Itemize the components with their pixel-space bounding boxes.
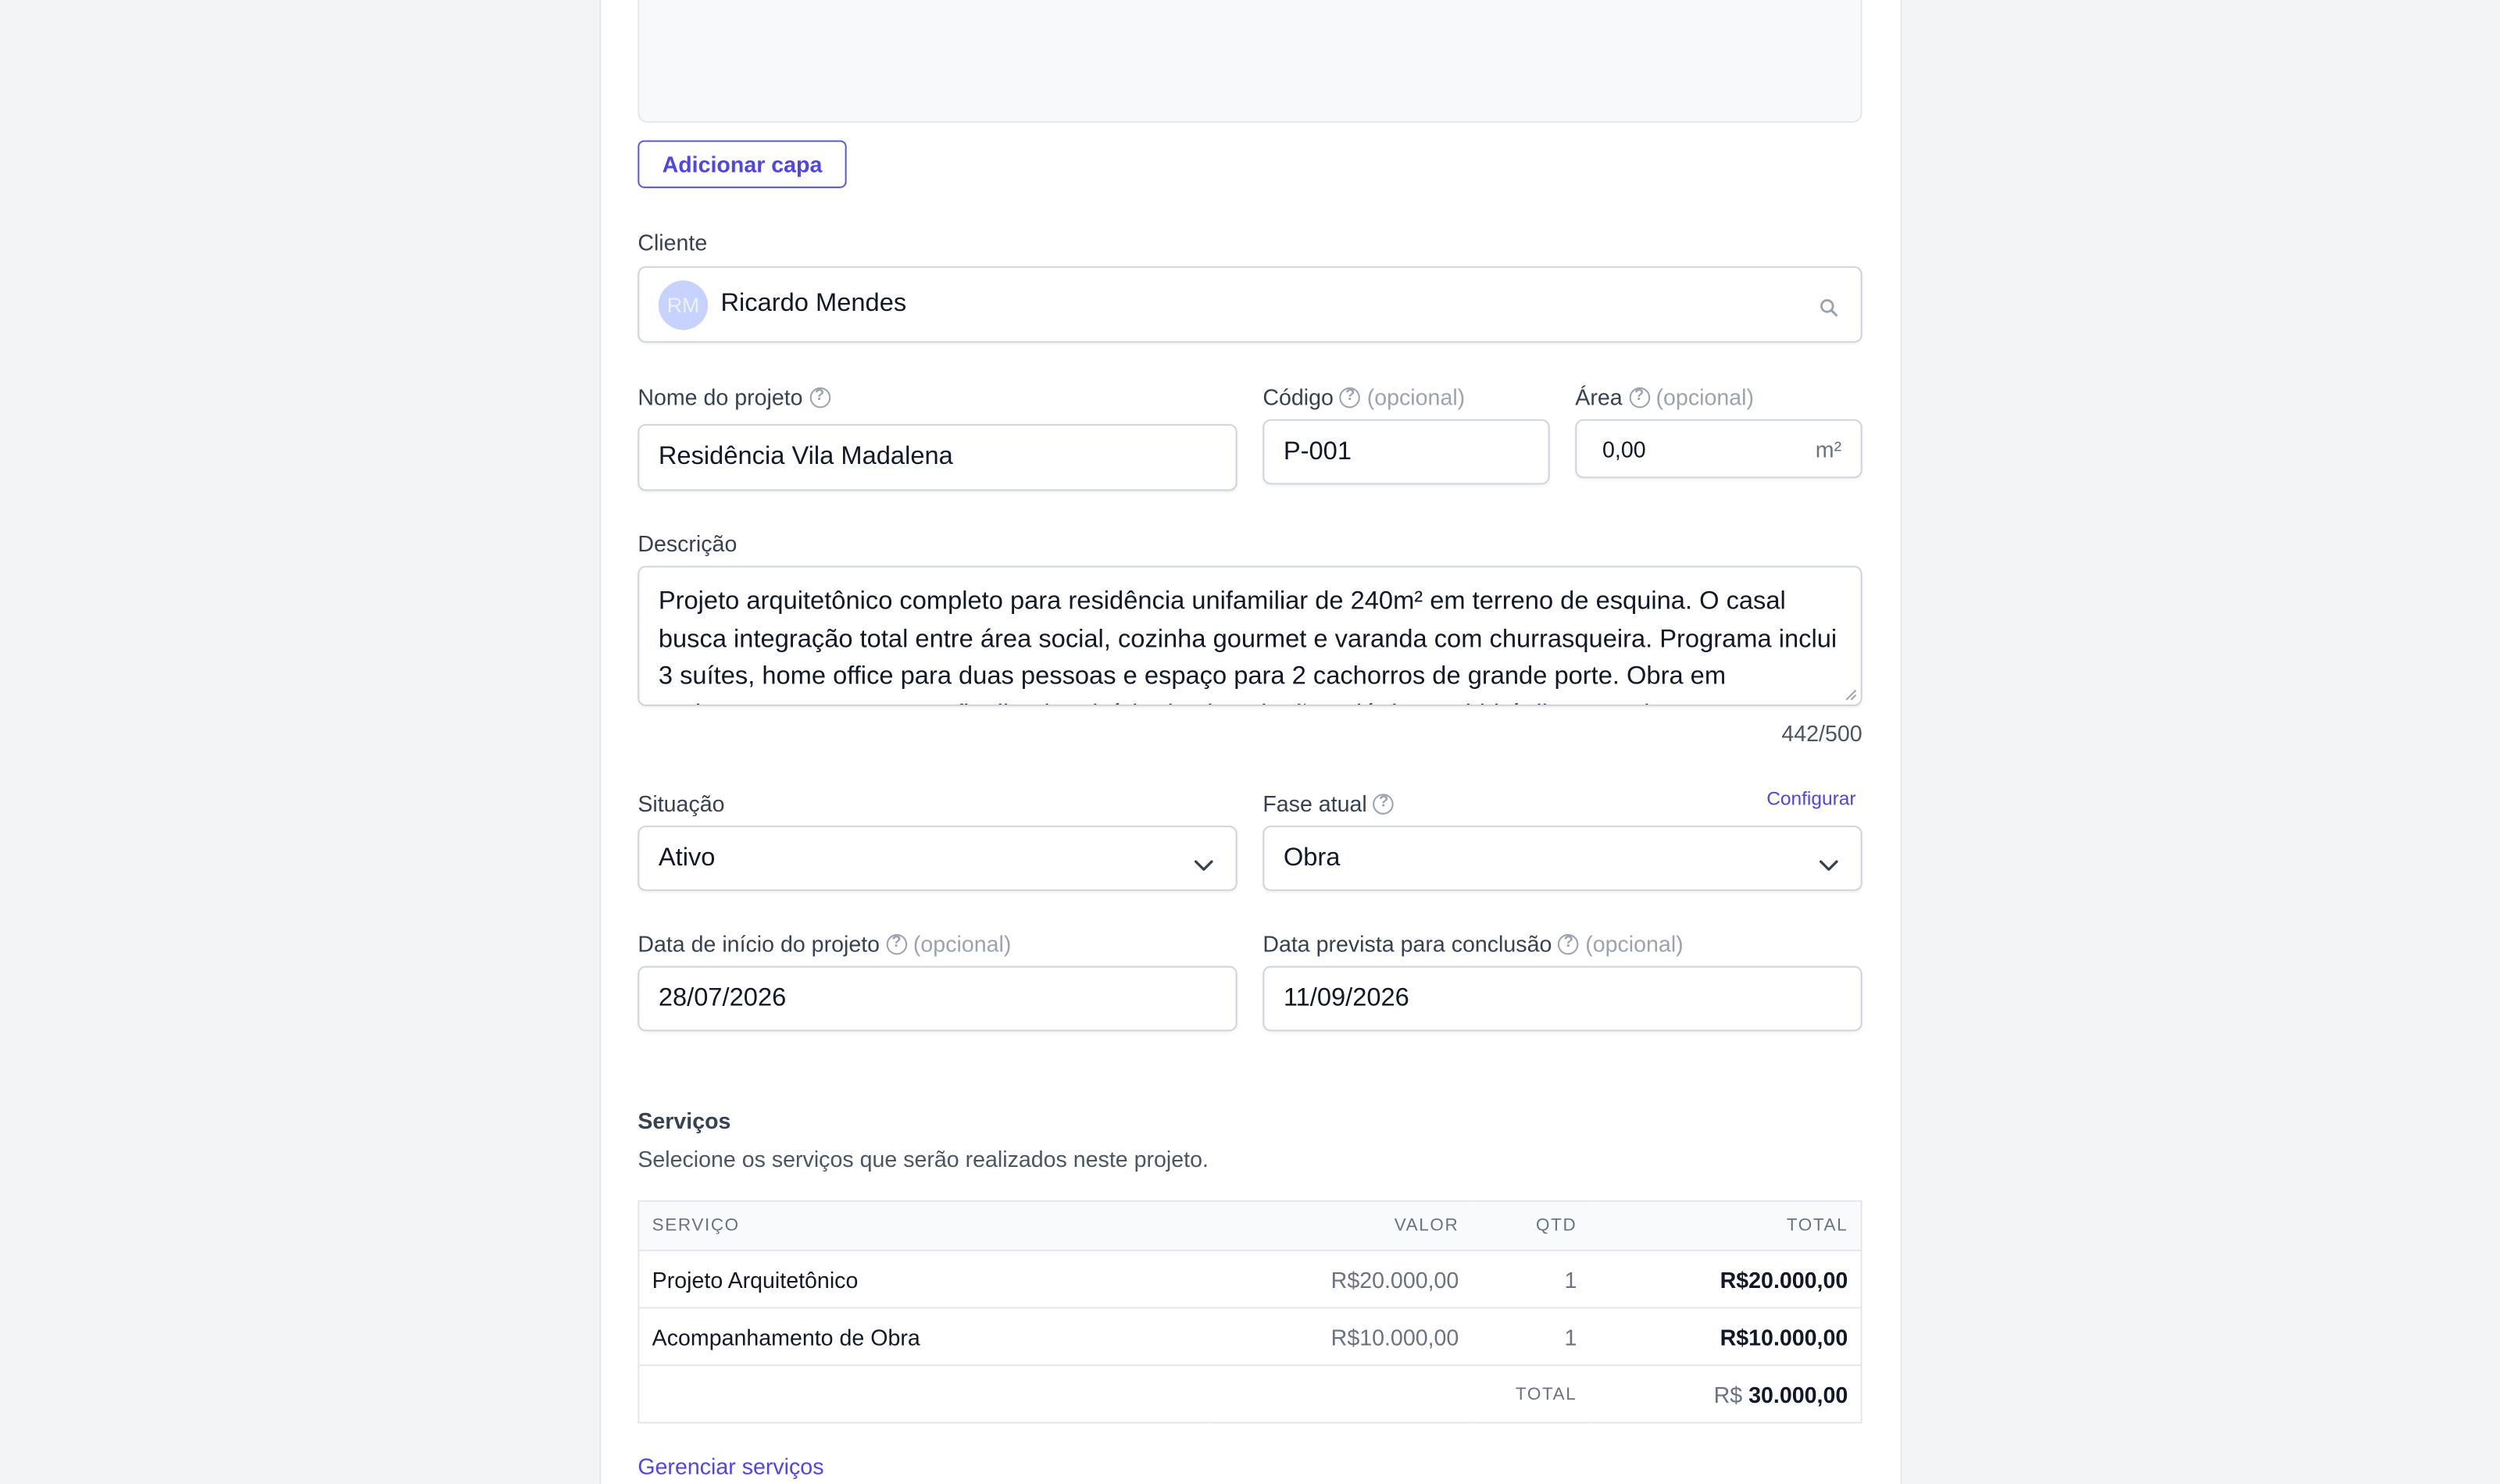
area-label: Área ? (opcional) (1575, 384, 1754, 410)
chevron-down-icon (1819, 851, 1838, 880)
end-date-label-text: Data prevista para conclusão (1262, 930, 1552, 957)
resize-handle-icon[interactable] (1845, 689, 1857, 701)
service-name: Projeto Arquitetônico (638, 1250, 1207, 1309)
area-unit: m² (1815, 436, 1842, 462)
help-icon[interactable]: ? (886, 933, 907, 954)
code-label: Código ? (opcional) (1262, 384, 1465, 410)
configure-phases-link[interactable]: Configurar (1766, 787, 1855, 810)
services-table: SERVIÇO VALOR QTD TOTAL Projeto Arquitet… (638, 1200, 1862, 1424)
project-name-label-text: Nome do projeto (638, 383, 803, 410)
status-label-text: Situação (638, 790, 725, 816)
avatar: RM (658, 280, 709, 330)
phase-select[interactable]: Obra (1262, 826, 1862, 891)
description-label-text: Descrição (638, 530, 738, 557)
footer-spacer (638, 1365, 1207, 1422)
client-label: Cliente (638, 230, 707, 255)
table-row[interactable]: Acompanhamento de Obra R$10.000,00 1 R$1… (638, 1307, 1862, 1366)
currency-symbol: R$ (1713, 1381, 1743, 1407)
description-value: Projeto arquitetônico completo para resi… (658, 588, 1838, 705)
footer-total-label: TOTAL (1515, 1384, 1577, 1404)
area-input[interactable]: 0,00 m² (1575, 419, 1862, 479)
start-date-label: Data de início do projeto ? (opcional) (638, 931, 1011, 957)
add-cover-button[interactable]: Adicionar capa (638, 140, 847, 188)
project-name-label: Nome do projeto ? (638, 383, 830, 410)
help-icon[interactable]: ? (1558, 933, 1580, 954)
client-label-text: Cliente (638, 229, 708, 255)
service-qty: 1 (1471, 1307, 1590, 1366)
code-value: P-001 (1283, 437, 1352, 465)
service-value: R$10.000,00 (1206, 1307, 1472, 1366)
search-icon[interactable] (1820, 297, 1838, 326)
optional-hint: (opcional) (1655, 383, 1755, 410)
column-header-qty: QTD (1471, 1200, 1590, 1252)
cover-image-placeholder (638, 0, 1862, 123)
table-header-row: SERVIÇO VALOR QTD TOTAL (638, 1200, 1862, 1252)
description-counter: 442/500 (1781, 720, 1862, 747)
table-footer-row: TOTAL R$ 30.000,00 (638, 1365, 1861, 1422)
service-total: R$10.000,00 (1589, 1307, 1862, 1366)
optional-hint: (opcional) (1366, 383, 1466, 410)
status-select[interactable]: Ativo (638, 826, 1238, 891)
service-total: R$20.000,00 (1589, 1250, 1862, 1309)
start-date-input[interactable]: 28/07/2026 (638, 965, 1238, 1032)
column-header-service: SERVIÇO (638, 1200, 1207, 1252)
description-label: Descrição (638, 531, 737, 557)
project-name-value: Residência Vila Madalena (658, 443, 953, 471)
end-date-input[interactable]: 11/09/2026 (1262, 965, 1862, 1032)
help-icon[interactable]: ? (1628, 386, 1650, 408)
phase-label: Fase atual ? (1262, 790, 1395, 816)
services-title: Serviços (638, 1108, 731, 1134)
area-value: 0,00 (1602, 436, 1646, 462)
chevron-down-icon (1194, 851, 1213, 880)
footer-spacer (1207, 1365, 1472, 1422)
status-label: Situação (638, 790, 724, 816)
table-row[interactable]: Projeto Arquitetônico R$20.000,00 1 R$20… (638, 1250, 1862, 1309)
help-icon[interactable]: ? (1373, 793, 1395, 814)
code-input[interactable]: P-001 (1262, 419, 1550, 485)
phase-label-text: Fase atual (1262, 790, 1367, 816)
service-name: Acompanhamento de Obra (638, 1307, 1207, 1366)
end-date-value: 11/09/2026 (1283, 984, 1409, 1011)
column-header-value: VALOR (1206, 1200, 1472, 1252)
help-icon[interactable]: ? (809, 386, 830, 408)
start-date-label-text: Data de início do projeto (638, 930, 880, 957)
optional-hint: (opcional) (1585, 930, 1684, 957)
start-date-value: 28/07/2026 (658, 984, 787, 1011)
service-qty: 1 (1471, 1250, 1590, 1309)
code-label-text: Código (1262, 383, 1334, 410)
service-value: R$20.000,00 (1206, 1250, 1472, 1309)
status-value: Ativo (658, 844, 716, 872)
end-date-label: Data prevista para conclusão ? (opcional… (1262, 931, 1683, 957)
manage-services-link[interactable]: Gerenciar serviços (638, 1454, 823, 1479)
grand-total: 30.000,00 (1748, 1381, 1848, 1407)
area-label-text: Área (1575, 383, 1623, 410)
services-subtitle: Selecione os serviços que serão realizad… (638, 1146, 1209, 1172)
client-select[interactable]: RM Ricardo Mendes (638, 266, 1862, 343)
phase-value: Obra (1283, 844, 1341, 872)
optional-hint: (opcional) (912, 930, 1012, 957)
description-textarea[interactable]: Projeto arquitetônico completo para resi… (638, 565, 1862, 707)
page: Adicionar capa Cliente RM Ricardo Mendes… (0, 0, 2500, 1484)
column-header-total: TOTAL (1589, 1200, 1862, 1252)
project-name-input[interactable]: Residência Vila Madalena (638, 423, 1238, 491)
footer-total-value: R$ 30.000,00 (1590, 1365, 1862, 1422)
client-name: Ricardo Mendes (720, 290, 907, 318)
help-icon[interactable]: ? (1340, 386, 1361, 408)
